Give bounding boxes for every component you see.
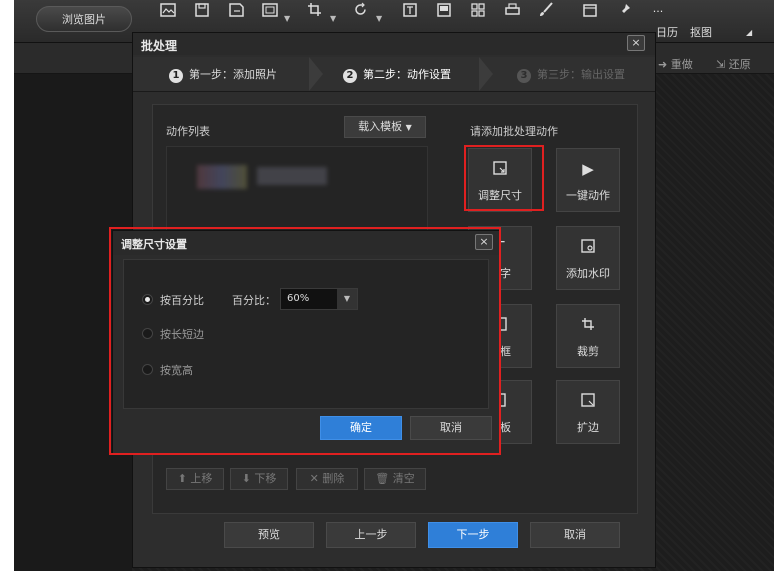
- calendar-icon[interactable]: [574, 2, 606, 34]
- action-watermark-button[interactable]: 添加水印: [556, 226, 620, 290]
- highlight-box: [109, 227, 501, 455]
- cancel-button[interactable]: 取消: [530, 522, 620, 548]
- play-icon: ▶: [582, 160, 594, 178]
- matting-label[interactable]: 抠图: [690, 24, 712, 40]
- chevron-down-icon[interactable]: ◢: [746, 28, 752, 37]
- brush-icon[interactable]: [530, 2, 562, 34]
- redo-button[interactable]: ➜ 重做: [658, 56, 693, 72]
- action-expand-button[interactable]: 扩边: [556, 380, 620, 444]
- blurred-item: [257, 167, 327, 185]
- delete-button[interactable]: ✕ 删除: [296, 468, 358, 490]
- add-actions-label: 请添加批处理动作: [470, 125, 558, 138]
- browse-images-button[interactable]: 浏览图片: [36, 6, 132, 32]
- preview-button[interactable]: 预览: [224, 522, 314, 548]
- chevron-down-icon[interactable]: ▼: [284, 14, 290, 23]
- restore-label: 还原: [728, 58, 751, 71]
- step-2: 2 第二步：动作设置: [343, 66, 451, 83]
- frame-icon[interactable]: [254, 2, 286, 34]
- expand-icon: [557, 393, 619, 410]
- steps-bar: 1 第一步：添加照片 2 第二步：动作设置 3 第三步：输出设置: [133, 57, 655, 92]
- crop-icon: [557, 317, 619, 334]
- chevron-down-icon: ▼: [405, 123, 412, 132]
- pin-icon[interactable]: [608, 2, 640, 34]
- next-step-button[interactable]: 下一步: [428, 522, 518, 548]
- image-edit-icon[interactable]: [152, 2, 184, 34]
- batch-dialog-titlebar: 批处理 ×: [133, 33, 655, 55]
- collage-icon[interactable]: [462, 2, 494, 34]
- save-as-icon[interactable]: [220, 2, 252, 34]
- clear-button[interactable]: 🗑 清空: [364, 468, 426, 490]
- move-up-button[interactable]: ⬆ 上移: [166, 468, 224, 490]
- layers-icon[interactable]: [428, 2, 460, 34]
- rotate-icon[interactable]: [344, 2, 376, 34]
- text-icon[interactable]: [394, 2, 426, 34]
- move-down-button[interactable]: ⬇ 下移: [230, 468, 288, 490]
- action-crop-button[interactable]: 裁剪: [556, 304, 620, 368]
- chevron-down-icon[interactable]: ▼: [330, 14, 336, 23]
- save-icon[interactable]: [186, 2, 218, 34]
- step-1: 1 第一步：添加照片: [169, 66, 277, 83]
- close-icon[interactable]: ×: [627, 35, 645, 51]
- step-3: 3 第三步：输出设置: [517, 66, 625, 83]
- load-template-button[interactable]: 载入模板 ▼: [344, 116, 426, 138]
- redo-label: 重做: [670, 58, 693, 71]
- action-list-label: 动作列表: [166, 125, 210, 138]
- watermark-icon: [557, 239, 619, 256]
- restore-button[interactable]: ⇲ 还原: [716, 56, 751, 72]
- crop-icon[interactable]: [298, 2, 330, 34]
- print-icon[interactable]: [496, 2, 528, 34]
- highlight-box: [464, 145, 544, 211]
- chevron-down-icon[interactable]: ▼: [376, 14, 382, 23]
- step-divider: [309, 57, 323, 91]
- prev-step-button[interactable]: 上一步: [326, 522, 416, 548]
- batch-dialog-title: 批处理: [141, 39, 178, 53]
- calendar-label[interactable]: 日历: [656, 24, 678, 40]
- action-oneclick-button[interactable]: ▶ 一键动作: [556, 148, 620, 212]
- step-divider: [479, 57, 493, 91]
- blurred-item: [197, 165, 247, 189]
